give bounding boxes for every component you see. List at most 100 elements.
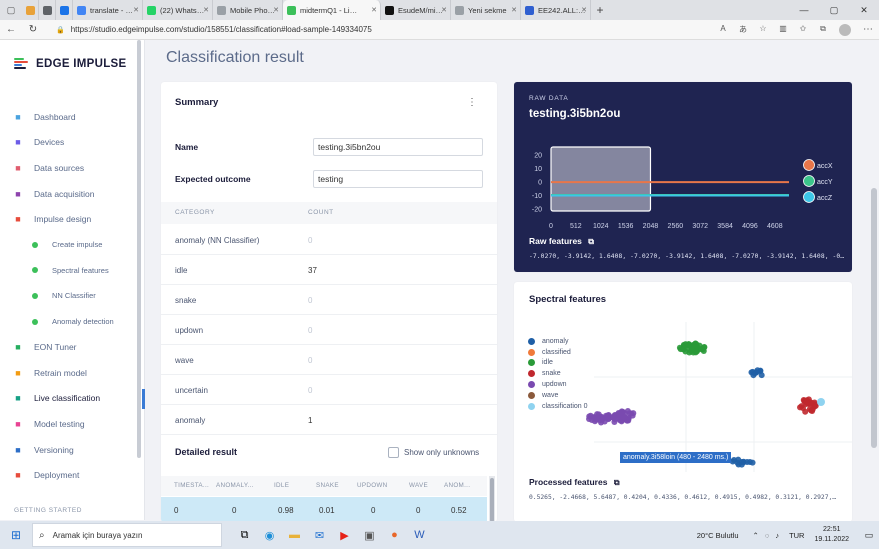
close-tab-icon[interactable]: ✕ [273,6,279,14]
tray-chevron-icon[interactable]: ⌃ [753,531,759,540]
raw-data-chart[interactable]: 20 10 0 -10 -20 0 512 1024 1536 2048 2560 3072 3584 4… [514,142,852,282]
close-tab-icon[interactable]: ✕ [371,6,377,14]
browser-tab[interactable]: Yeni sekme ✕ [451,0,521,20]
legend-swatch-accz [803,191,815,203]
word-icon[interactable]: W [407,523,432,547]
copy-icon[interactable]: ⧉ [588,237,594,246]
file-explorer-icon[interactable]: ▬ [282,523,307,547]
taskbar-search[interactable]: ⌕ Aramak için buraya yazın [32,523,222,547]
legend-swatch-accx [803,159,815,171]
checkbox[interactable] [388,447,399,458]
sidebar-item-create-impulse[interactable]: Create impulse [0,232,145,258]
browser-tab[interactable] [22,0,39,20]
browser-tab[interactable]: Mobile Phone - Edge✕ [213,0,283,20]
windows-start-icon[interactable]: ⊞ [0,528,32,542]
store-icon[interactable]: ▣ [357,523,382,547]
refresh-icon[interactable]: ↻ [22,24,44,35]
kebab-menu-icon[interactable]: ⋮ [467,97,477,108]
impulse-icon: ■ [15,214,21,225]
x-tick-label: 3584 [717,223,733,230]
page-scrollbar[interactable] [869,40,879,520]
show-only-unknowns-toggle[interactable]: Show only unknowns [388,447,479,458]
table-row: idle 37 [161,255,497,285]
copy-icon[interactable]: ⧉ [614,478,620,487]
minimize-icon[interactable]: — [789,5,819,16]
tab-label: translate - Google S [90,5,138,15]
close-window-icon[interactable]: ✕ [849,5,879,16]
close-tab-icon[interactable]: ✕ [203,6,209,14]
clock[interactable]: 22:51 19.11.2022 [814,525,849,545]
column-header[interactable]: ANOMALY... [216,482,254,489]
translate-icon[interactable]: あ [733,24,753,35]
sidebar-scrollbar[interactable] [136,40,142,460]
updown-point [626,410,633,417]
sidebar-item-data-sources[interactable]: ■ Data sources [0,155,145,181]
logo[interactable]: EDGE IMPULSE [14,58,127,70]
profile-avatar[interactable] [839,23,851,36]
browser-tab[interactable]: EE242.ALL: Midterm✕ [521,0,591,20]
tab-actions-icon[interactable]: ▢ [0,0,22,20]
language-indicator[interactable]: TUR [789,531,804,540]
mail-icon[interactable]: ✉ [307,523,332,547]
sidebar-item-spectral-features[interactable]: Spectral features [0,258,145,284]
sidebar-item-dashboard[interactable]: ■ Dashboard [0,104,145,130]
sidebar-item-anomaly-detection[interactable]: Anomaly detection [0,309,145,335]
close-tab-icon[interactable]: ✕ [441,6,447,14]
close-tab-icon[interactable]: ✕ [581,6,587,14]
split-screen-icon[interactable]: ▥ [773,24,793,35]
collections-icon[interactable]: ⧉ [813,24,833,35]
detailed-table-scrollbar[interactable] [489,476,495,522]
browser-tab[interactable]: midtermQ1 - Live c ✕ [283,0,381,20]
browser-tab[interactable]: (22) WhatsApp ✕ [143,0,213,20]
x-tick-label: 4608 [767,223,783,230]
category-cell: updown [175,326,204,335]
favorite-icon[interactable]: ☆ [753,24,773,35]
more-icon[interactable]: ⋯ [857,24,879,35]
browser-tab[interactable] [39,0,56,20]
task-view-icon[interactable]: ⧉ [232,523,257,547]
column-header[interactable]: SNAKE [316,482,339,489]
live-icon: ■ [15,393,21,404]
firefox-icon[interactable]: ● [382,523,407,547]
weather-widget[interactable]: 20°C Bulutlu [697,531,739,540]
sidebar-item-deployment[interactable]: ■ Deployment [0,462,145,488]
new-tab-button[interactable]: + [591,3,609,17]
spectral-scatter-plot[interactable] [514,322,852,472]
sidebar-item-impulse-design[interactable]: ■ Impulse design [0,206,145,232]
sidebar-item-live-classification[interactable]: ■ Live classification [0,386,145,412]
sidebar-item-model-testing[interactable]: ■ Model testing [0,411,145,437]
notification-icon[interactable]: ▭ [859,530,879,541]
sidebar-item-nn-classifier[interactable]: NN Classifier [0,283,145,309]
table-cell: 0 [232,506,237,515]
network-icon[interactable]: ◌ [765,531,769,540]
sidebar-item-devices[interactable]: ■ Devices [0,130,145,156]
sidebar-item-eon-tuner[interactable]: ■ EON Tuner [0,334,145,360]
table-row[interactable]: 0 0 0.98 0.01 0 0 0.52 [161,497,487,522]
browser-tab[interactable]: translate - Google S✕ [73,0,143,20]
column-header[interactable]: IDLE [274,482,289,489]
column-header[interactable]: UPDOWN [357,482,387,489]
volume-icon[interactable]: ♪ [775,531,779,540]
expected-outcome-field[interactable]: testing [313,170,483,188]
browser-tab[interactable] [56,0,73,20]
sidebar-item-label: Versioning [34,444,74,455]
name-field[interactable]: testing.3i5bn2ou [313,138,483,156]
column-header[interactable]: TIMESTA... [174,482,209,489]
column-header[interactable]: WAVE [409,482,428,489]
sidebar-item-data-acquisition[interactable]: ■ Data acquisition [0,181,145,207]
back-icon[interactable]: ← [0,24,22,35]
url-field[interactable]: 🔒 https://studio.edgeimpulse.com/studio/… [50,22,707,37]
edge-icon[interactable]: ◉ [257,523,282,547]
sidebar-item-versioning[interactable]: ■ Versioning [0,437,145,463]
close-tab-icon[interactable]: ✕ [133,6,139,14]
y-tick-label: 10 [534,166,542,173]
youtube-icon[interactable]: ▶ [332,523,357,547]
sidebar-item-retrain-model[interactable]: ■ Retrain model [0,360,145,386]
column-header[interactable]: ANOM... [444,482,470,489]
favorites-icon[interactable]: ✩ [793,24,813,35]
read-aloud-icon[interactable]: A [713,24,733,35]
status-dot-icon [32,292,38,299]
close-tab-icon[interactable]: ✕ [511,6,517,14]
maximize-icon[interactable]: ▢ [819,5,849,16]
browser-tab[interactable]: EsudeM/midtermq✕ [381,0,451,20]
